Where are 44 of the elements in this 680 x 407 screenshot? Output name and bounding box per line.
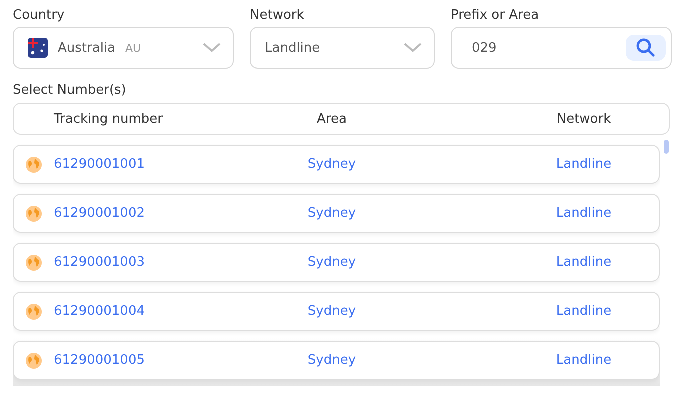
number-row[interactable]: 61290001003 Sydney Landline [13,243,660,282]
prefix-field[interactable]: 029 [451,27,672,69]
column-header: Area [317,112,347,126]
network-cell: Landline [556,206,612,221]
tracking-number: 61290001001 [54,157,145,172]
tracking-number: 61290001004 [54,304,145,319]
chevron-down-icon [404,43,422,53]
network-cell: Landline [556,353,612,368]
network-value: Landline [265,40,320,56]
area-cell: Sydney [308,157,356,172]
search-icon [636,38,656,58]
tracking-number: 61290001003 [54,255,145,270]
area-cell: Sydney [308,304,356,319]
search-button[interactable] [626,35,666,61]
network-dropdown[interactable]: Landline [250,27,435,69]
column-header: Network [556,112,612,126]
country-name: Australia [58,40,116,56]
globe-icon [26,304,42,320]
tracking-number: 61290001005 [54,353,145,368]
tracking-number: 61290001002 [54,206,145,221]
area-cell: Sydney [308,353,356,368]
country-dropdown[interactable]: Australia AU [13,27,234,69]
field-label: Network [250,8,306,23]
number-row[interactable]: 61290001005 Sydney Landline [13,341,660,380]
globe-icon [26,254,42,270]
number-row[interactable]: 61290001004 Sydney Landline [13,292,660,331]
country-code: AU [126,42,142,54]
field-label: Country [13,8,66,23]
field-label: Prefix or Area [451,8,540,23]
globe-icon [26,206,42,222]
area-cell: Sydney [308,206,356,221]
network-cell: Landline [556,255,612,270]
network-cell: Landline [556,304,612,319]
globe-icon [26,156,42,172]
section-title: Select Number(s) [13,83,128,98]
area-cell: Sydney [308,255,356,270]
network-cell: Landline [556,157,612,172]
chevron-down-icon [203,43,221,53]
globe-icon [26,352,42,368]
column-header: Tracking number [54,112,163,126]
number-row[interactable]: 61290001001 Sydney Landline [13,145,660,184]
flag-icon [28,38,48,58]
scrollbar-thumb[interactable] [664,140,669,154]
number-row[interactable]: 61290001002 Sydney Landline [13,194,660,233]
